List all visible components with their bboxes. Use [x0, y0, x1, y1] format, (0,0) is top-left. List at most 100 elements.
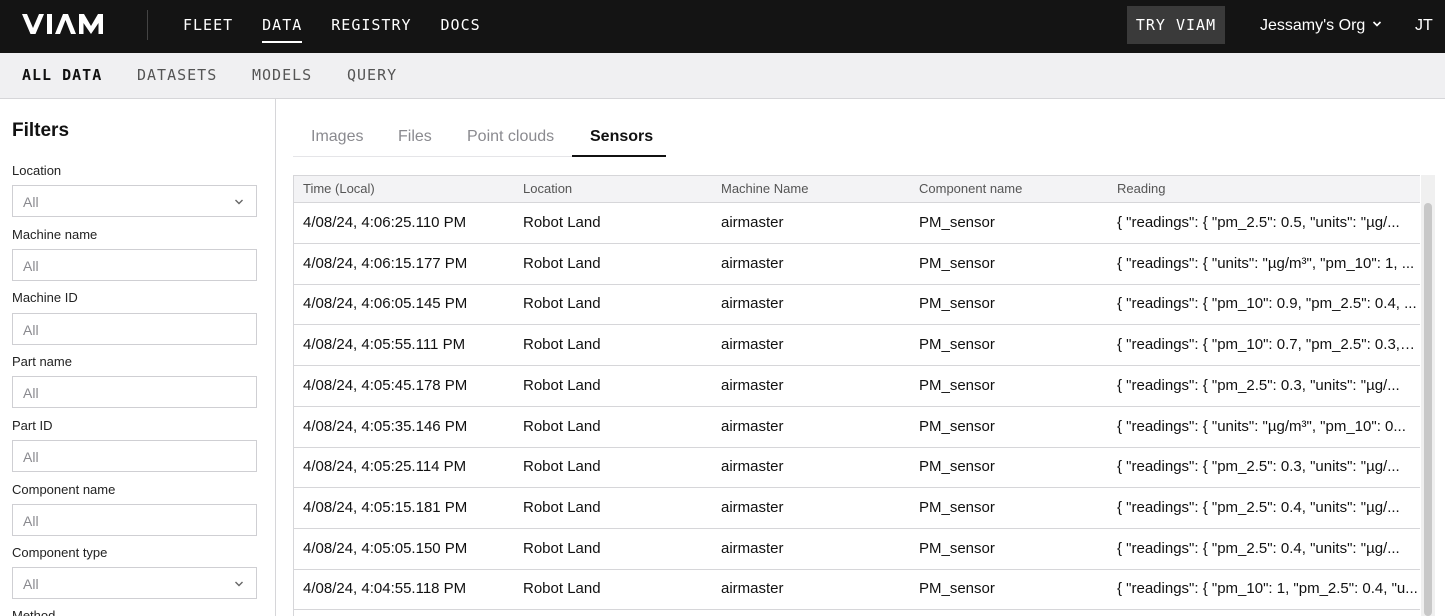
component-name-input[interactable]: All — [12, 504, 257, 536]
table-row[interactable]: 4/08/24, 4:05:05.150 PM Robot Land airmast… — [294, 529, 1420, 570]
table-row[interactable]: 4/08/24, 4:06:25.110 PM Robot Land airmast… — [294, 203, 1420, 244]
nav-data[interactable]: DATA — [262, 0, 303, 53]
machine-id-input[interactable]: All — [12, 313, 257, 345]
cell-time: 4/08/24, 4:05:25.114 PM — [303, 458, 467, 476]
filter-label-location: Location — [12, 163, 62, 178]
location-select[interactable]: All — [12, 185, 257, 217]
nav-docs[interactable]: DOCS — [441, 0, 481, 53]
table-row[interactable]: 4/08/24, 4:05:45.178 PM Robot Land airmast… — [294, 366, 1420, 407]
part-name-input[interactable]: All — [12, 376, 257, 408]
user-avatar[interactable]: JT — [1415, 0, 1433, 51]
machine-id-placeholder: All — [23, 322, 39, 338]
cell-machine-name: airmaster — [721, 498, 784, 516]
cell-reading: { "readings": { "pm_10": 0.9, "pm_2.5": … — [1117, 295, 1417, 313]
cell-location: Robot Land — [523, 580, 601, 598]
tab-sensors[interactable]: Sensors — [572, 118, 666, 157]
try-viam-button[interactable]: TRY VIAM — [1127, 6, 1225, 44]
machine-name-input[interactable]: All — [12, 249, 257, 281]
cell-machine-name: airmaster — [721, 417, 784, 435]
cell-machine-name: airmaster — [721, 295, 784, 313]
filter-label-component-type: Component type — [12, 545, 108, 560]
cell-time: 4/08/24, 4:05:55.111 PM — [303, 336, 466, 354]
cell-time: 4/08/24, 4:06:05.145 PM — [303, 295, 468, 313]
table-row[interactable]: 4/08/24, 4:06:15.177 PM Robot Land airmast… — [294, 244, 1420, 285]
cell-component-name: PM_sensor — [919, 539, 995, 557]
cell-reading: { "readings": { "units": "µg/m³", "pm_10… — [1117, 417, 1406, 435]
subnav-query[interactable]: QUERY — [347, 53, 397, 98]
column-header-reading[interactable]: Reading — [1117, 176, 1165, 202]
cell-component-name: PM_sensor — [919, 580, 995, 598]
sub-nav: ALL DATA DATASETS MODELS QUERY — [0, 53, 1445, 99]
cell-machine-name: airmaster — [721, 336, 784, 354]
cell-component-name: PM_sensor — [919, 295, 995, 313]
nav-fleet[interactable]: FLEET — [183, 0, 233, 53]
logo-divider — [147, 10, 148, 40]
column-header-location[interactable]: Location — [523, 176, 572, 202]
cell-time: 4/08/24, 4:05:05.150 PM — [303, 539, 468, 557]
cell-reading: { "readings": { "pm_2.5": 0.4, "units": … — [1117, 539, 1400, 557]
cell-component-name: PM_sensor — [919, 336, 995, 354]
tab-files[interactable]: Files — [398, 118, 432, 157]
table-header: Time (Local) Location Machine Name Compo… — [294, 176, 1420, 203]
cell-reading: { "readings": { "pm_2.5": 0.3, "units": … — [1117, 458, 1400, 476]
cell-reading: { "readings": { "units": "µg/m³", "pm_10… — [1117, 254, 1415, 272]
cell-component-name: PM_sensor — [919, 214, 995, 231]
top-bar: FLEET DATA REGISTRY DOCS TRY VIAM Jessam… — [0, 0, 1445, 53]
filter-label-machine-name: Machine name — [12, 227, 98, 242]
table-row[interactable]: 4/08/24, 4:05:15.181 PM Robot Land airmast… — [294, 488, 1420, 529]
cell-component-name: PM_sensor — [919, 254, 995, 272]
sensor-data-table: Time (Local) Location Machine Name Compo… — [293, 175, 1420, 616]
cell-location: Robot Land — [523, 376, 601, 394]
cell-component-name: PM_sensor — [919, 498, 995, 516]
table-row[interactable]: 4/08/24, 4:05:25.114 PM Robot Land airmast… — [294, 447, 1420, 489]
filter-label-machine-id: Machine ID — [12, 290, 78, 305]
tab-images[interactable]: Images — [311, 118, 363, 157]
cell-component-name: PM_sensor — [919, 417, 995, 435]
subnav-all-data[interactable]: ALL DATA — [22, 53, 102, 98]
org-selector[interactable]: Jessamy's Org — [1260, 0, 1365, 53]
column-header-component-name[interactable]: Component name — [919, 176, 1022, 202]
filter-label-method: Method — [12, 608, 56, 616]
table-row[interactable]: 4/08/24, 4:05:55.111 PM Robot Land airmast… — [294, 325, 1420, 367]
cell-reading: { "readings": { "pm_10": 1, "pm_2.5": 0.… — [1117, 580, 1418, 598]
cell-machine-name: airmaster — [721, 539, 784, 557]
filters-sidebar: Filters Location All Machine name All Ma… — [0, 99, 276, 616]
part-name-placeholder: All — [23, 385, 39, 401]
subnav-datasets[interactable]: DATASETS — [137, 53, 217, 98]
cell-machine-name: airmaster — [721, 580, 784, 598]
cell-location: Robot Land — [523, 458, 601, 476]
cell-component-name: PM_sensor — [919, 376, 995, 394]
filter-label-component-name: Component name — [12, 482, 116, 497]
tab-point-clouds[interactable]: Point clouds — [467, 118, 554, 157]
table-row[interactable]: 4/08/24, 4:05:35.146 PM Robot Land airmast… — [294, 407, 1420, 448]
cell-machine-name: airmaster — [721, 458, 784, 476]
viam-logo[interactable] — [22, 14, 112, 34]
component-type-select[interactable]: All — [12, 567, 257, 599]
table-row[interactable]: 4/08/24, 4:06:05.145 PM Robot Land airmast… — [294, 284, 1420, 326]
cell-reading: { "readings": { "pm_2.5": 0.3, "units": … — [1117, 376, 1400, 394]
filters-title: Filters — [12, 120, 70, 141]
table-scrollbar-thumb[interactable] — [1424, 203, 1432, 616]
cell-time: 4/08/24, 4:06:15.177 PM — [303, 254, 468, 272]
column-header-machine-name[interactable]: Machine Name — [721, 176, 808, 202]
cell-time: 4/08/24, 4:04:55.118 PM — [303, 580, 467, 598]
component-name-placeholder: All — [23, 513, 39, 529]
part-id-input[interactable]: All — [12, 440, 257, 472]
cell-location: Robot Land — [523, 295, 601, 313]
cell-location: Robot Land — [523, 417, 601, 435]
filter-label-part-name: Part name — [12, 354, 72, 369]
chevron-down-icon[interactable] — [1372, 19, 1382, 29]
table-row[interactable]: 4/08/24, 4:04:55.118 PM Robot Land airmast… — [294, 569, 1420, 611]
subnav-models[interactable]: MODELS — [252, 53, 312, 98]
component-type-select-value: All — [23, 576, 39, 592]
column-header-time[interactable]: Time (Local) — [303, 176, 375, 202]
nav-registry[interactable]: REGISTRY — [331, 0, 411, 53]
cell-component-name: PM_sensor — [919, 458, 995, 476]
cell-time: 4/08/24, 4:05:45.178 PM — [303, 376, 468, 394]
part-id-placeholder: All — [23, 449, 39, 465]
cell-location: Robot Land — [523, 539, 601, 557]
main-nav: FLEET DATA REGISTRY DOCS — [183, 0, 510, 53]
filter-label-part-id: Part ID — [12, 418, 53, 433]
cell-location: Robot Land — [523, 214, 601, 231]
cell-machine-name: airmaster — [721, 254, 784, 272]
